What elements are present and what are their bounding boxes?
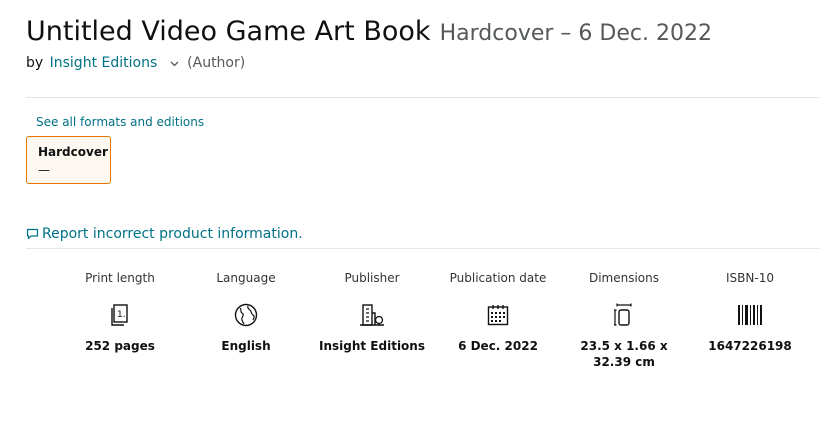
detail-label: Dimensions — [588, 271, 660, 285]
chevron-down-icon[interactable] — [170, 55, 179, 71]
report-incorrect-info-link[interactable]: Report incorrect product information. — [26, 226, 303, 242]
globe-icon — [183, 302, 309, 328]
format-name: Hardcover — [38, 145, 108, 159]
detail-value: 23.5 x 1.66 x 32.39 cm — [580, 339, 668, 369]
detail-value: 1647226198 — [708, 339, 792, 353]
report-label: Report incorrect product information. — [42, 226, 303, 242]
detail-label: Language — [216, 271, 276, 285]
dimensions-icon — [561, 302, 687, 328]
binding-and-date: Hardcover – 6 Dec. 2022 — [439, 21, 712, 46]
detail-label: ISBN-10 — [726, 271, 774, 285]
detail-value: English — [221, 339, 271, 353]
see-all-formats-link[interactable]: See all formats and editions — [36, 115, 204, 129]
format-option-hardcover[interactable]: Hardcover — — [26, 136, 111, 184]
detail-dimensions: Dimensions 23.5 x 1.66 x 32.39 cm — [561, 270, 687, 370]
building-icon — [309, 302, 435, 328]
product-title: Untitled Video Game Art Book — [26, 16, 431, 47]
detail-publication-date: Publication date 6 Dec. 2022 — [435, 270, 561, 354]
detail-isbn-10: ISBN-10 1647226198 — [687, 270, 813, 354]
detail-language: Language English — [183, 270, 309, 354]
calendar-icon — [435, 302, 561, 328]
divider — [26, 97, 820, 98]
author-link[interactable]: Insight Editions — [50, 55, 158, 71]
detail-label: Publication date — [449, 271, 547, 285]
format-price: — — [38, 163, 50, 177]
detail-publisher: Publisher Insight Editions — [309, 270, 435, 354]
byline-prefix: by — [26, 55, 44, 71]
detail-value: 252 pages — [85, 339, 155, 353]
barcode-icon — [687, 302, 813, 328]
detail-value: 6 Dec. 2022 — [458, 339, 538, 353]
speech-bubble-icon — [26, 228, 39, 240]
detail-value: Insight Editions — [319, 339, 425, 353]
byline: by Insight Editions (Author) — [26, 55, 245, 71]
book-page-icon: 1. — [57, 302, 183, 328]
detail-label: Publisher — [344, 271, 400, 285]
divider — [26, 248, 820, 249]
product-title-row: Untitled Video Game Art Book Hardcover –… — [26, 16, 712, 47]
detail-print-length: Print length 1. 252 pages — [57, 270, 183, 354]
detail-label: Print length — [85, 271, 155, 285]
svg-text:1.: 1. — [117, 310, 126, 320]
author-role: (Author) — [187, 55, 246, 71]
